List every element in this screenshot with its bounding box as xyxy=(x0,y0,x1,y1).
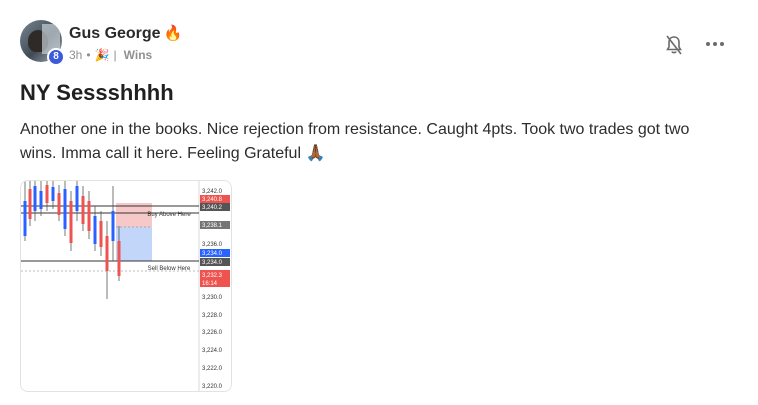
svg-text:3,228.0: 3,228.0 xyxy=(202,313,223,319)
party-popper-icon: 🎉 xyxy=(94,48,110,62)
svg-text:3,220.0: 3,220.0 xyxy=(202,384,223,390)
svg-text:3,242.0: 3,242.0 xyxy=(202,189,223,195)
post-category[interactable]: Wins xyxy=(124,48,153,62)
svg-text:3,224.0: 3,224.0 xyxy=(202,348,223,354)
svg-text:3,234.0: 3,234.0 xyxy=(202,251,223,257)
svg-text:3,222.0: 3,222.0 xyxy=(202,366,223,372)
author-avatar-wrap[interactable]: 8 xyxy=(20,20,65,66)
bell-slash-icon[interactable] xyxy=(664,34,684,56)
meta-divider: | xyxy=(113,48,117,62)
stop-zone xyxy=(116,227,152,261)
svg-text:3,230.0: 3,230.0 xyxy=(202,295,223,301)
more-horizontal-icon[interactable] xyxy=(704,34,726,54)
svg-text:3,240.8: 3,240.8 xyxy=(202,197,223,203)
sell-label: Sell Below Here xyxy=(148,266,191,272)
post-meta: 3h • 🎉 | Wins xyxy=(69,48,152,62)
post-body: Another one in the books. Nice rejection… xyxy=(20,121,690,162)
meta-separator: • xyxy=(86,48,91,62)
svg-text:3,226.0: 3,226.0 xyxy=(202,330,223,336)
trade-screenshot[interactable]: Buy Above Here Sell Below Here 3,242.0 3… xyxy=(20,180,232,392)
svg-text:3,240.2: 3,240.2 xyxy=(202,205,223,211)
trading-chart-image: Buy Above Here Sell Below Here 3,242.0 3… xyxy=(21,181,231,391)
post-header: 8 Gus George 🔥 3h • 🎉 | Wins xyxy=(20,20,738,66)
svg-text:3,236.0: 3,236.0 xyxy=(202,242,223,248)
svg-text:16:14: 16:14 xyxy=(202,281,218,287)
flame-icon: 🔥 xyxy=(163,25,183,42)
svg-text:3,238.1: 3,238.1 xyxy=(202,223,223,229)
post-title: NY Sessshhhh xyxy=(20,80,174,105)
author-name-text[interactable]: Gus George xyxy=(69,25,161,42)
buy-label: Buy Above Here xyxy=(147,212,191,218)
level-badge: 8 xyxy=(47,48,65,66)
svg-text:3,234.0: 3,234.0 xyxy=(202,260,223,266)
post-time: 3h xyxy=(69,48,83,62)
author-name[interactable]: Gus George 🔥 xyxy=(69,24,182,43)
svg-text:3,232.3: 3,232.3 xyxy=(202,273,223,279)
